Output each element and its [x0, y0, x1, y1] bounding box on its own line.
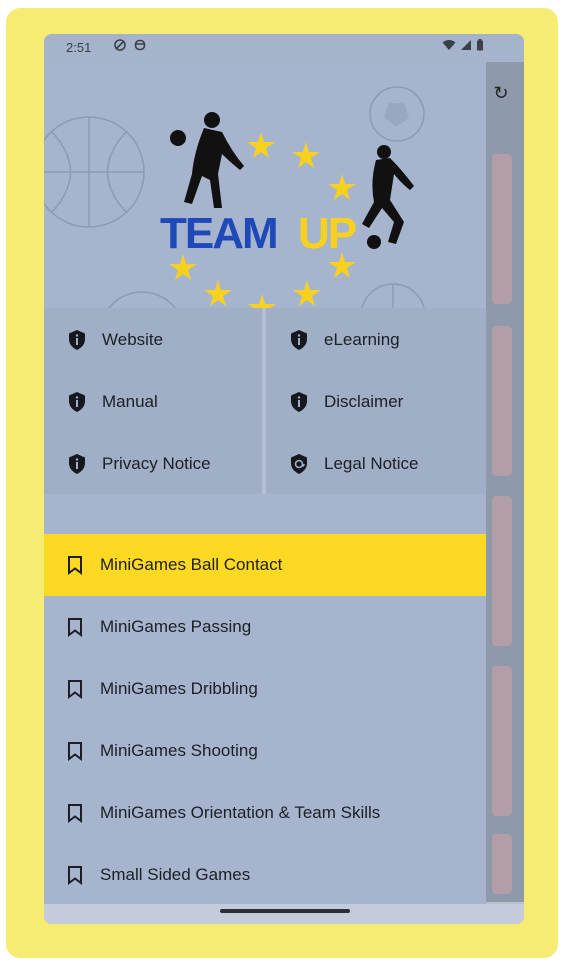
signal-icon [461, 40, 471, 50]
bookmark-icon [68, 866, 82, 885]
drawer-header: TEAM UP [44, 62, 486, 308]
content-card [492, 326, 512, 476]
phone-screen: ↻ 2:51 TEAM UP Website eLearning Manual … [44, 34, 524, 924]
soccer-ball-outline-icon [108, 291, 176, 308]
menu-item-minigames-shooting[interactable]: MiniGames Shooting [44, 720, 486, 782]
link-manual[interactable]: Manual [66, 382, 158, 422]
status-bar: 2:51 [44, 34, 524, 62]
quick-links-grid: Website eLearning Manual Disclaimer Priv… [44, 308, 486, 494]
do-not-disturb-icon [114, 39, 126, 51]
shield-info-icon [69, 392, 85, 412]
menu-item-minigames-passing[interactable]: MiniGames Passing [44, 596, 486, 658]
shield-info-icon [291, 392, 307, 412]
bookmark-icon [68, 556, 82, 575]
content-card [492, 154, 512, 304]
menu-item-label: Small Sided Games [100, 865, 251, 884]
link-legal-notice-label: Legal Notice [324, 454, 419, 473]
player-silhouette-left [170, 112, 244, 208]
link-legal-notice[interactable]: Legal Notice [288, 444, 419, 484]
shield-at-icon [291, 454, 307, 474]
basketball-outline-icon [44, 116, 145, 228]
refresh-icon[interactable]: ↻ [490, 82, 512, 104]
soccer-ball-outline-icon [369, 86, 425, 142]
menu-item-small-sided-games[interactable]: Small Sided Games [44, 844, 486, 904]
content-card [492, 496, 512, 646]
bookmark-icon [68, 804, 82, 823]
content-card [492, 834, 512, 894]
player-silhouette-right [362, 145, 414, 249]
link-disclaimer-label: Disclaimer [324, 392, 404, 411]
logo-up-text: UP [298, 209, 356, 258]
menu-item-minigames-dribbling[interactable]: MiniGames Dribbling [44, 658, 486, 720]
shield-info-icon [69, 454, 85, 474]
menu-item-minigames-ball-contact[interactable]: MiniGames Ball Contact [44, 534, 486, 596]
bookmark-icon [68, 742, 82, 761]
bookmark-icon [68, 618, 82, 637]
shield-info-icon [69, 330, 85, 350]
column-divider [262, 308, 266, 494]
link-privacy-notice-label: Privacy Notice [102, 454, 211, 473]
menu-item-label: MiniGames Ball Contact [100, 555, 283, 574]
link-elearning[interactable]: eLearning [288, 320, 400, 360]
bookmark-icon [68, 680, 82, 699]
link-manual-label: Manual [102, 392, 158, 411]
link-website-label: Website [102, 330, 164, 349]
gesture-nav-bar [44, 904, 524, 924]
battery-icon [477, 39, 483, 51]
drawer-menu: MiniGames Ball Contact MiniGames Passing… [44, 494, 486, 904]
menu-item-minigames-orientation-team-skills[interactable]: MiniGames Orientation & Team Skills [44, 782, 486, 844]
menu-item-label: MiniGames Dribbling [100, 679, 258, 698]
navigation-drawer: TEAM UP Website eLearning Manual Disclai… [44, 62, 486, 904]
content-card [492, 666, 512, 816]
team-up-logo: TEAM UP [44, 86, 425, 308]
status-time: 2:51 [66, 40, 92, 55]
home-indicator[interactable] [220, 909, 350, 913]
app-notification-icon [134, 39, 146, 51]
link-disclaimer[interactable]: Disclaimer [288, 382, 403, 422]
menu-item-label: MiniGames Orientation & Team Skills [100, 803, 381, 822]
logo-team-text: TEAM [160, 209, 277, 258]
wifi-icon [442, 40, 456, 50]
menu-item-label: MiniGames Shooting [100, 741, 258, 760]
menu-item-label: MiniGames Passing [100, 617, 252, 636]
link-privacy-notice[interactable]: Privacy Notice [66, 444, 211, 484]
shield-info-icon [291, 330, 307, 350]
link-website[interactable]: Website [66, 320, 163, 360]
link-elearning-label: eLearning [324, 330, 400, 349]
basketball-outline-icon [361, 283, 425, 308]
